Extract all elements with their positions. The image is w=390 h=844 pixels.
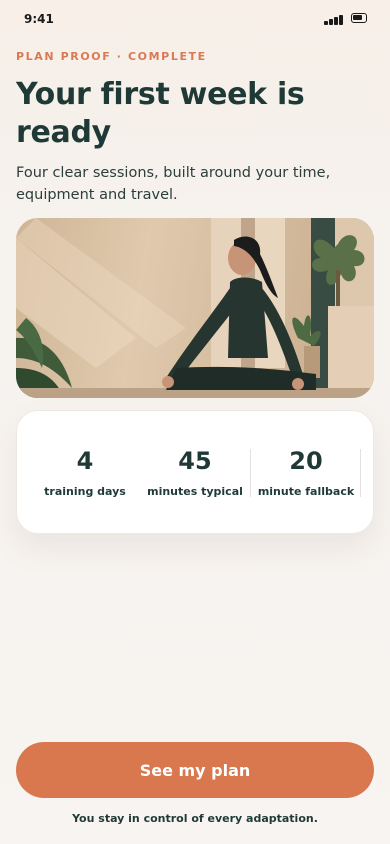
page-subtitle: Four clear sessions, built around your t… — [16, 165, 331, 203]
stat-training-days: 4 training days — [31, 411, 139, 535]
battery-icon — [351, 13, 367, 23]
stat-value: 4 — [76, 447, 94, 475]
stats-card: 4 training days 45 minutes typical 20 mi… — [16, 410, 374, 534]
stat-divider — [250, 449, 251, 497]
stat-divider — [360, 449, 361, 497]
stat-label: minutes typical — [147, 485, 243, 498]
signal-icon — [324, 13, 346, 25]
woman-stretching-photo — [16, 218, 374, 398]
footnote: You stay in control of every adaptation. — [72, 812, 318, 825]
stat-minute-fallback: 20 minute fallback — [253, 411, 359, 535]
eyebrow-label: PLAN PROOF · COMPLETE — [16, 50, 207, 63]
plan-complete-screen: 9:41 PLAN PROOF · COMPLETE Your first we… — [0, 0, 390, 844]
page-title: Your first week is ready — [16, 77, 305, 150]
status-time: 9:41 — [24, 12, 54, 26]
see-my-plan-button[interactable]: See my plan — [16, 742, 374, 798]
hero-image — [16, 218, 374, 398]
stat-value: 20 — [289, 447, 323, 475]
stat-label: training days — [44, 485, 126, 498]
stat-label: minute fallback — [257, 485, 355, 498]
stat-value: 45 — [178, 447, 212, 475]
stat-minutes-typical: 45 minutes typical — [145, 411, 245, 535]
status-bar: 9:41 — [0, 0, 390, 40]
